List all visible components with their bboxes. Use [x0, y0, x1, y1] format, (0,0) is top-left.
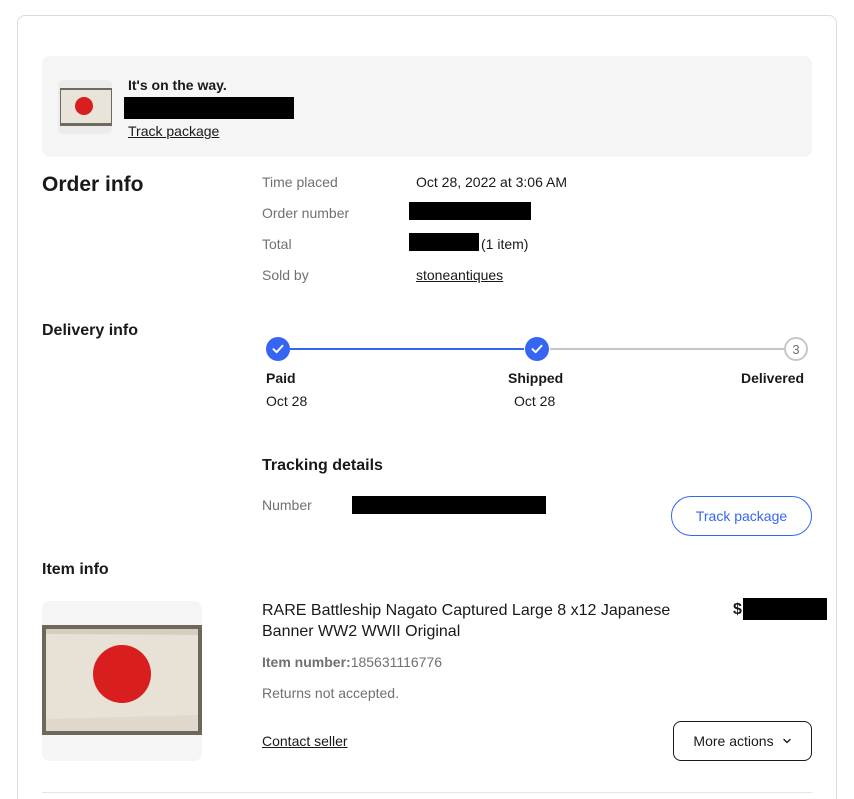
step-shipped-check-icon: [525, 337, 549, 361]
flag-photo: [42, 601, 202, 761]
shipment-status-text: It's on the way.: [128, 77, 227, 93]
flag-image: [60, 88, 112, 126]
track-package-link[interactable]: Track package: [128, 123, 219, 139]
progress-line-complete: [290, 348, 524, 350]
tracking-number-label: Number: [262, 497, 312, 513]
total-label: Total: [262, 236, 292, 252]
seller-link[interactable]: stoneantiques: [416, 267, 503, 283]
item-number: Item number:185631116776: [262, 654, 442, 670]
step-paid-check-icon: [266, 337, 290, 361]
contact-seller-link[interactable]: Contact seller: [262, 733, 348, 749]
item-info-heading: Item info: [42, 561, 109, 578]
chevron-down-icon: [782, 738, 791, 744]
total-item-count: (1 item): [481, 236, 529, 252]
redacted-total: [409, 233, 479, 251]
item-thumbnail[interactable]: [58, 80, 112, 134]
redacted-order-number: [409, 202, 531, 220]
price-currency: $: [733, 601, 742, 618]
item-image[interactable]: [42, 601, 202, 761]
step-delivered-label: Delivered: [741, 370, 805, 386]
track-package-button[interactable]: Track package: [671, 496, 812, 536]
sold-by-label: Sold by: [262, 267, 309, 283]
section-divider: [42, 792, 812, 793]
returns-policy: Returns not accepted.: [262, 685, 399, 701]
delivery-info-heading: Delivery info: [42, 322, 139, 339]
step-shipped-label: Shipped: [508, 370, 564, 386]
step-delivered-indicator: 3: [784, 337, 808, 361]
more-actions-label: More actions: [693, 733, 774, 749]
item-number-value: 185631116776: [350, 654, 443, 670]
step-paid-date: Oct 28: [266, 393, 308, 409]
redacted-tracking-number: [352, 496, 546, 514]
step-paid-label: Paid: [266, 370, 296, 386]
redacted-price: [743, 598, 827, 620]
item-title-link[interactable]: RARE Battleship Nagato Captured Large 8 …: [262, 600, 712, 642]
redacted-text: [124, 97, 294, 119]
progress-line-pending: [550, 348, 784, 350]
time-placed-value: Oct 28, 2022 at 3:06 AM: [416, 174, 567, 190]
step-shipped-date: Oct 28: [514, 393, 556, 409]
more-actions-button[interactable]: More actions: [673, 721, 812, 761]
item-number-label: Item number:: [262, 654, 351, 670]
order-number-label: Order number: [262, 205, 350, 221]
shipment-status-banner: It's on the way. Track package: [42, 56, 812, 157]
time-placed-label: Time placed: [262, 174, 338, 190]
order-info-heading: Order info: [42, 173, 144, 196]
tracking-details-heading: Tracking details: [262, 457, 383, 474]
